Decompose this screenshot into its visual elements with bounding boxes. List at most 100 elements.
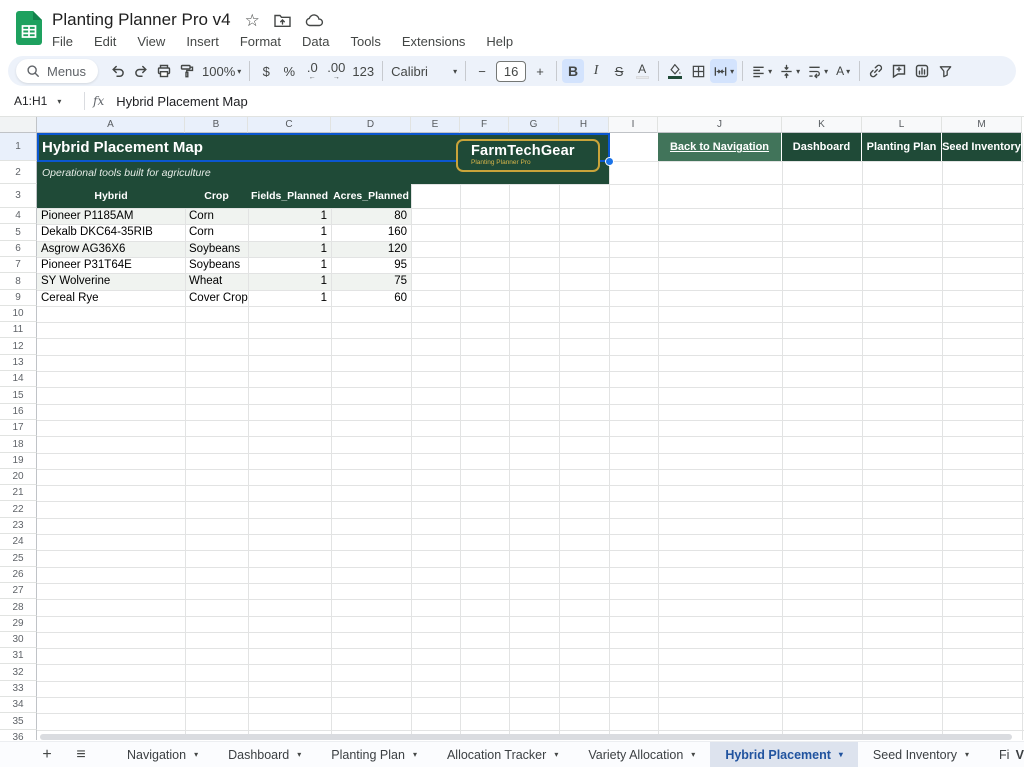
table-cell[interactable]: Soybeans (185, 243, 248, 255)
row-header-4[interactable]: 4 (0, 208, 37, 224)
sheet-tab-hybrid-placement[interactable]: Hybrid Placement▾ (710, 742, 858, 767)
menu-format[interactable]: Format (240, 34, 281, 49)
menu-help[interactable]: Help (486, 34, 513, 49)
sheet-tab-variety-allocation[interactable]: Variety Allocation▾ (573, 742, 710, 767)
fill-color-button[interactable] (664, 59, 686, 83)
increase-font-size-button[interactable]: + (529, 59, 551, 83)
menu-edit[interactable]: Edit (94, 34, 116, 49)
text-color-button[interactable]: A (631, 59, 653, 83)
row-header-9[interactable]: 9 (0, 290, 37, 306)
name-box[interactable]: A1:H1 ▾ (0, 94, 76, 108)
menu-view[interactable]: View (137, 34, 165, 49)
row-header-13[interactable]: 13 (0, 355, 37, 371)
sheet-tab-dashboard[interactable]: Dashboard▾ (213, 742, 316, 767)
table-cell[interactable]: Cereal Rye (37, 292, 185, 304)
text-wrap-button[interactable]: ▾ (804, 59, 831, 83)
merge-cells-button[interactable]: ▾ (710, 59, 737, 83)
column-header-b[interactable]: B (185, 117, 248, 133)
print-button[interactable] (153, 59, 175, 83)
row-header-31[interactable]: 31 (0, 648, 37, 664)
column-header-h[interactable]: H (559, 117, 609, 133)
column-header-e[interactable]: E (411, 117, 460, 133)
table-cell[interactable]: Pioneer P1185AM (37, 210, 185, 222)
row-header-17[interactable]: 17 (0, 420, 37, 436)
farmtechgear-logo[interactable]: FarmTechGear Planting Planner Pro (456, 139, 600, 172)
table-cell[interactable]: SY Wolverine (37, 275, 185, 287)
row-header-2[interactable]: 2 (0, 161, 37, 184)
sheet-tab-fields[interactable]: Fields▾ (984, 742, 1010, 767)
row-header-3[interactable]: 3 (0, 184, 37, 208)
sheet-tab-planting-plan[interactable]: Planting Plan▾ (316, 742, 432, 767)
row-header-23[interactable]: 23 (0, 518, 37, 534)
sheet-tab-partial[interactable]: V (1010, 742, 1024, 767)
column-header-c[interactable]: C (248, 117, 331, 133)
row-header-19[interactable]: 19 (0, 453, 37, 469)
column-header-f[interactable]: F (460, 117, 509, 133)
move-folder-icon[interactable] (274, 13, 291, 28)
table-cell[interactable]: 1 (248, 226, 331, 238)
row-header-22[interactable]: 22 (0, 501, 37, 518)
insert-comment-button[interactable] (888, 59, 910, 83)
cloud-status-icon[interactable] (305, 13, 324, 27)
borders-button[interactable] (687, 59, 709, 83)
decrease-decimal-button[interactable]: .0← (301, 59, 323, 83)
strikethrough-button[interactable]: S (608, 59, 630, 83)
format-percent-button[interactable]: % (278, 59, 300, 83)
select-all-corner[interactable] (0, 117, 37, 133)
menus-search-button[interactable]: Menus (16, 59, 98, 83)
nav-button-dashboard[interactable]: Dashboard (782, 133, 862, 161)
sheet-tab-seed-inventory[interactable]: Seed Inventory▾ (858, 742, 984, 767)
paint-format-button[interactable] (176, 59, 198, 83)
zoom-select[interactable]: 100%▾ (199, 59, 244, 83)
horizontal-align-button[interactable]: ▾ (748, 59, 775, 83)
sheet-tab-menu-icon[interactable]: ▾ (965, 750, 969, 759)
table-cell[interactable]: Corn (185, 210, 248, 222)
nav-button-planting-plan[interactable]: Planting Plan (862, 133, 942, 161)
google-sheets-logo-icon[interactable] (16, 11, 42, 45)
table-cell[interactable]: 160 (331, 226, 411, 238)
table-cell[interactable]: Corn (185, 226, 248, 238)
row-header-15[interactable]: 15 (0, 387, 37, 404)
row-header-30[interactable]: 30 (0, 632, 37, 648)
italic-button[interactable]: I (585, 59, 607, 83)
row-header-7[interactable]: 7 (0, 257, 37, 273)
sheet-tab-menu-icon[interactable]: ▾ (691, 750, 695, 759)
sheet-tab-menu-icon[interactable]: ▾ (839, 750, 843, 759)
table-cell[interactable]: 1 (248, 243, 331, 255)
bold-button[interactable]: B (562, 59, 584, 83)
sheet-tab-allocation-tracker[interactable]: Allocation Tracker▾ (432, 742, 573, 767)
table-cell[interactable]: Dekalb DKC64-35RIB (37, 226, 185, 238)
add-sheet-button[interactable]: + (30, 742, 64, 767)
nav-button-seed-inventory[interactable]: Seed Inventory (942, 133, 1022, 161)
column-header-a[interactable]: A (37, 117, 185, 133)
row-header-28[interactable]: 28 (0, 599, 37, 616)
sheet-tab-menu-icon[interactable]: ▾ (554, 750, 558, 759)
star-icon[interactable]: ☆ (245, 12, 260, 29)
document-title[interactable]: Planting Planner Pro v4 (52, 10, 231, 30)
row-header-27[interactable]: 27 (0, 583, 37, 599)
insert-link-button[interactable] (865, 59, 887, 83)
decrease-font-size-button[interactable]: − (471, 59, 493, 83)
column-header-k[interactable]: K (782, 117, 862, 133)
more-formats-button[interactable]: 123 (349, 59, 377, 83)
row-header-6[interactable]: 6 (0, 241, 37, 257)
table-cell[interactable]: 1 (248, 210, 331, 222)
row-header-14[interactable]: 14 (0, 371, 37, 387)
sheet-tab-menu-icon[interactable]: ▾ (297, 750, 301, 759)
row-header-36[interactable]: 36 (0, 730, 37, 740)
nav-button-back-to-navigation[interactable]: Back to Navigation (658, 133, 782, 161)
row-header-26[interactable]: 26 (0, 567, 37, 583)
row-header-20[interactable]: 20 (0, 469, 37, 485)
create-filter-button[interactable] (934, 59, 956, 83)
row-header-18[interactable]: 18 (0, 436, 37, 453)
menu-data[interactable]: Data (302, 34, 329, 49)
text-rotation-button[interactable]: A ▾ (832, 59, 854, 83)
font-size-input[interactable]: 16 (496, 61, 526, 82)
increase-decimal-button[interactable]: .00→ (324, 59, 348, 83)
row-header-21[interactable]: 21 (0, 485, 37, 501)
column-header-d[interactable]: D (331, 117, 411, 133)
undo-button[interactable] (107, 59, 129, 83)
row-header-16[interactable]: 16 (0, 404, 37, 420)
redo-button[interactable] (130, 59, 152, 83)
row-header-10[interactable]: 10 (0, 306, 37, 322)
